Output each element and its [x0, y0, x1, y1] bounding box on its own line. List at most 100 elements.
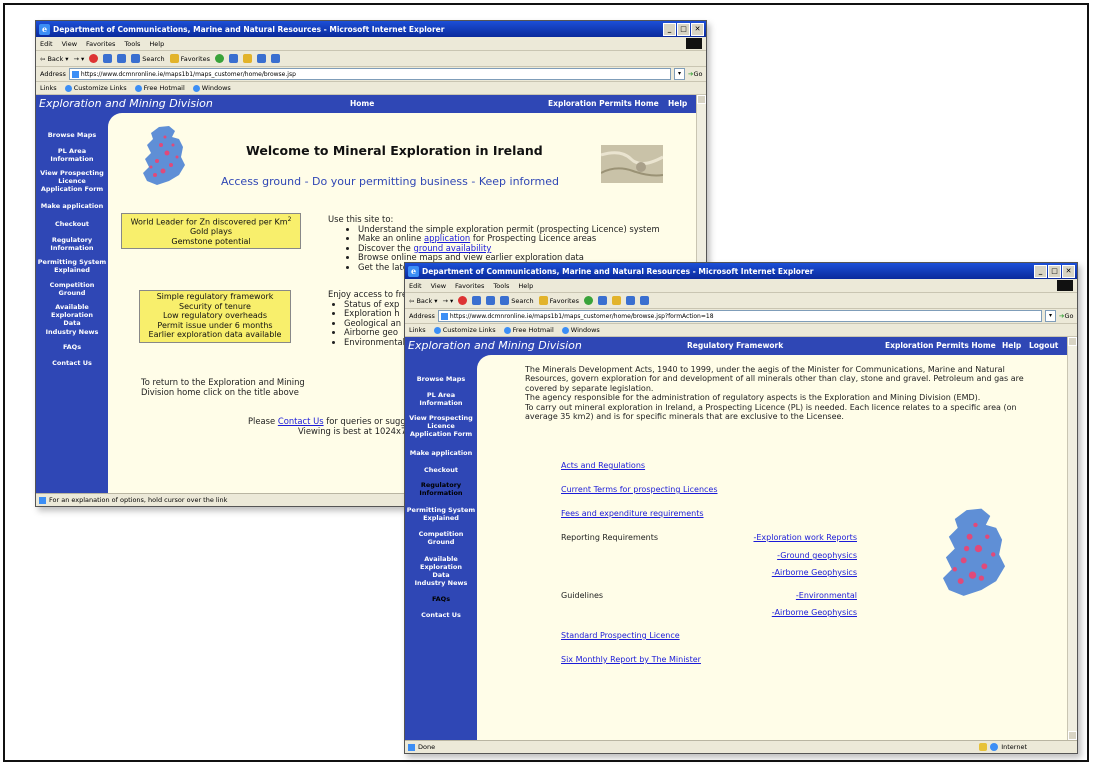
menu-help[interactable]: Help — [518, 282, 533, 290]
sidebar-item-industry-news[interactable]: Industry News — [407, 579, 475, 587]
menu-edit[interactable]: Edit — [409, 282, 422, 290]
link-customize[interactable]: Customize Links — [433, 326, 496, 334]
address-dropdown-icon[interactable]: ▾ — [1045, 310, 1056, 322]
go-button[interactable]: ➔Go — [688, 70, 706, 78]
address-input[interactable]: https://www.dcmnronline.ie/maps1b1/maps_… — [437, 310, 1042, 322]
six-monthly-report-link[interactable]: Six Monthly Report by The Minister — [561, 655, 701, 664]
sidebar-item-pl-area[interactable]: PL Area Information — [419, 391, 463, 407]
refresh-icon[interactable] — [472, 296, 482, 305]
sidebar-item-make-application[interactable]: Make application — [38, 202, 106, 210]
address-input[interactable]: https://www.dcmnronline.ie/maps1b1/maps_… — [68, 68, 671, 80]
sidebar-item-exploration-data[interactable]: Available Exploration Data — [42, 303, 102, 327]
ground-availability-link[interactable]: ground availability — [414, 243, 492, 253]
stop-icon[interactable] — [89, 54, 99, 63]
site-brand[interactable]: Exploration and Mining Division — [39, 97, 213, 110]
sidebar-item-competition-ground[interactable]: Competition Ground — [46, 281, 98, 297]
sidebar-item-make-application[interactable]: Make application — [407, 449, 475, 457]
mail-icon[interactable] — [243, 54, 252, 63]
refresh-icon[interactable] — [103, 54, 113, 63]
media-icon[interactable] — [215, 54, 224, 63]
stop-icon[interactable] — [458, 296, 468, 305]
sidebar-item-checkout[interactable]: Checkout — [407, 466, 475, 474]
airborne-geophysics-link[interactable]: -Airborne Geophysics — [772, 568, 857, 577]
title-bar[interactable]: e Department of Communications, Marine a… — [405, 263, 1077, 279]
menu-view[interactable]: View — [62, 40, 77, 48]
favorites-button[interactable]: Favorites — [169, 54, 210, 63]
address-dropdown-icon[interactable]: ▾ — [674, 68, 685, 80]
menu-tools[interactable]: Tools — [124, 40, 140, 48]
home-icon[interactable] — [486, 296, 496, 305]
search-button[interactable]: Search — [131, 54, 165, 63]
history-icon[interactable] — [598, 296, 607, 305]
sidebar-item-browse-maps[interactable]: Browse Maps — [38, 131, 106, 139]
current-terms-link[interactable]: Current Terms for prospecting Licences — [561, 485, 718, 494]
sidebar-item-browse-maps[interactable]: Browse Maps — [407, 375, 475, 383]
maximize-icon[interactable]: □ — [1048, 264, 1061, 278]
acts-regulations-link[interactable]: Acts and Regulations — [561, 461, 645, 470]
application-link[interactable]: application — [424, 233, 470, 243]
title-bar[interactable]: e Department of Communications, Marine a… — [36, 21, 706, 37]
sidebar-item-contact-us[interactable]: Contact Us — [38, 359, 106, 367]
sidebar-item-permitting-system[interactable]: Permitting System Explained — [36, 258, 108, 274]
link-windows[interactable]: Windows — [561, 326, 600, 334]
menu-tools[interactable]: Tools — [493, 282, 509, 290]
sidebar-item-exploration-data[interactable]: Available Exploration Data — [411, 555, 471, 579]
search-button[interactable]: Search — [500, 296, 534, 305]
go-button[interactable]: ➔Go — [1059, 312, 1077, 320]
ground-geophysics-link[interactable]: -Ground geophysics — [777, 551, 857, 560]
forward-icon[interactable]: → ▾ — [443, 297, 454, 305]
exploration-reports-link[interactable]: -Exploration work Reports — [753, 533, 857, 542]
minimize-icon[interactable]: _ — [663, 22, 676, 36]
sidebar-item-faqs[interactable]: FAQs — [407, 595, 475, 603]
environmental-link[interactable]: -Environmental — [796, 591, 857, 600]
menu-edit[interactable]: Edit — [40, 40, 53, 48]
nav-home[interactable]: Home — [350, 99, 374, 108]
close-icon[interactable]: ✕ — [691, 22, 704, 36]
history-icon[interactable] — [229, 54, 238, 63]
nav-help[interactable]: Help — [1002, 341, 1021, 350]
mail-icon[interactable] — [612, 296, 621, 305]
site-brand[interactable]: Exploration and Mining Division — [408, 339, 582, 352]
nav-logout[interactable]: Logout — [1029, 341, 1058, 350]
sidebar-item-view-application[interactable]: View Prospecting Licence Application For… — [407, 414, 475, 438]
scroll-down-icon[interactable] — [1068, 731, 1077, 740]
sidebar-item-checkout[interactable]: Checkout — [38, 220, 106, 228]
close-icon[interactable]: ✕ — [1062, 264, 1075, 278]
edit-icon[interactable] — [271, 54, 280, 63]
vertical-scrollbar[interactable] — [1067, 337, 1077, 740]
menu-help[interactable]: Help — [149, 40, 164, 48]
menu-view[interactable]: View — [431, 282, 446, 290]
menu-favorites[interactable]: Favorites — [455, 282, 484, 290]
print-icon[interactable] — [626, 296, 635, 305]
sidebar-item-competition-ground[interactable]: Competition Ground — [415, 530, 467, 546]
standard-licence-link[interactable]: Standard Prospecting Licence — [561, 631, 680, 640]
back-button[interactable]: ⇦ Back ▾ — [409, 297, 438, 305]
back-button[interactable]: ⇦ Back ▾ — [40, 55, 69, 63]
scroll-up-icon[interactable] — [1068, 337, 1077, 346]
media-icon[interactable] — [584, 296, 593, 305]
scroll-up-icon[interactable] — [697, 95, 706, 104]
print-icon[interactable] — [257, 54, 266, 63]
link-customize[interactable]: Customize Links — [64, 84, 127, 92]
sidebar-item-faqs[interactable]: FAQs — [38, 343, 106, 351]
link-windows[interactable]: Windows — [192, 84, 231, 92]
sidebar-item-pl-area[interactable]: PL Area Information — [50, 147, 94, 163]
nav-help[interactable]: Help — [668, 99, 687, 108]
contact-us-link[interactable]: Contact Us — [278, 416, 324, 426]
sidebar-item-industry-news[interactable]: Industry News — [38, 328, 106, 336]
sidebar-item-contact-us[interactable]: Contact Us — [407, 611, 475, 619]
nav-permits-home[interactable]: Exploration Permits Home — [548, 99, 659, 108]
guidelines-airborne-link[interactable]: -Airborne Geophysics — [772, 608, 857, 617]
minimize-icon[interactable]: _ — [1034, 264, 1047, 278]
menu-favorites[interactable]: Favorites — [86, 40, 115, 48]
nav-permits-home[interactable]: Exploration Permits Home — [885, 341, 996, 350]
link-hotmail[interactable]: Free Hotmail — [503, 326, 554, 334]
link-hotmail[interactable]: Free Hotmail — [134, 84, 185, 92]
edit-icon[interactable] — [640, 296, 649, 305]
maximize-icon[interactable]: □ — [677, 22, 690, 36]
sidebar-item-view-application[interactable]: View Prospecting Licence Application For… — [38, 169, 106, 193]
sidebar-item-regulatory[interactable]: Regulatory Information — [44, 236, 100, 252]
fees-link[interactable]: Fees and expenditure requirements — [561, 509, 704, 518]
forward-icon[interactable]: → ▾ — [74, 55, 85, 63]
sidebar-item-permitting-system[interactable]: Permitting System Explained — [405, 506, 477, 522]
